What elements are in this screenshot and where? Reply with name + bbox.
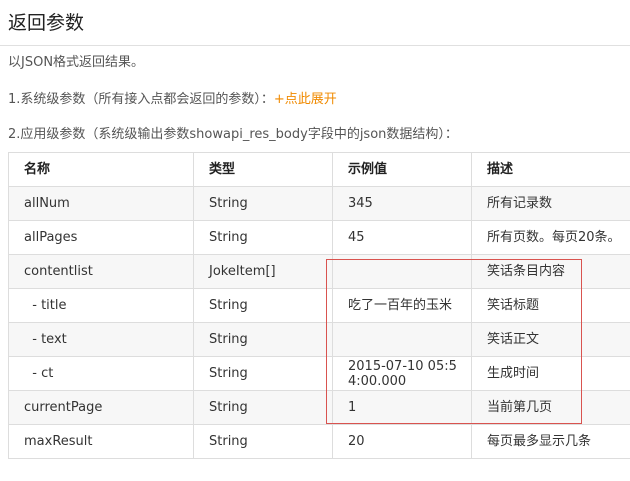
system-params-label: 1.系统级参数（所有接入点都会返回的参数）：: [8, 92, 274, 107]
table-row: allPages String 45 所有页数。每页20条。: [8, 220, 630, 255]
cell-desc: 笑话标题: [471, 288, 630, 323]
cell-type: String: [193, 424, 333, 459]
cell-type: String: [193, 322, 333, 357]
cell-example: [332, 322, 472, 357]
table-row: contentlist JokeItem[] 笑话条目内容: [8, 254, 630, 289]
cell-desc: 笑话正文: [471, 322, 630, 357]
cell-desc: 生成时间: [471, 356, 630, 391]
cell-desc: 所有记录数: [471, 186, 630, 221]
header-desc: 描述: [471, 152, 630, 187]
system-params-section: 1.系统级参数（所有接入点都会返回的参数）：+点此展开: [8, 91, 337, 109]
cell-example: [332, 254, 472, 289]
cell-name: currentPage: [8, 390, 194, 425]
table-row: allNum String 345 所有记录数: [8, 186, 630, 221]
cell-type: String: [193, 288, 333, 323]
cell-example: 345: [332, 186, 472, 221]
page-title: 返回参数: [8, 12, 85, 34]
cell-name: - title: [8, 288, 194, 323]
cell-type: String: [193, 356, 333, 391]
cell-desc: 当前第几页: [471, 390, 630, 425]
cell-desc: 笑话条目内容: [471, 254, 630, 289]
title-divider: [0, 45, 630, 46]
header-example: 示例值: [332, 152, 472, 187]
header-name: 名称: [8, 152, 194, 187]
cell-name: - ct: [8, 356, 194, 391]
header-type: 类型: [193, 152, 333, 187]
cell-example: 吃了一百年的玉米: [332, 288, 472, 323]
table-header-row: 名称 类型 示例值 描述: [8, 152, 630, 187]
cell-name: contentlist: [8, 254, 194, 289]
cell-name: allPages: [8, 220, 194, 255]
table-row: maxResult String 20 每页最多显示几条: [8, 424, 630, 459]
cell-name: allNum: [8, 186, 194, 221]
table-row: currentPage String 1 当前第几页: [8, 390, 630, 425]
expand-link[interactable]: +点此展开: [274, 92, 337, 107]
cell-desc: 所有页数。每页20条。: [471, 220, 630, 255]
cell-example: 2015-07-10 05:54:00.000: [332, 356, 472, 391]
params-table: 名称 类型 示例值 描述 allNum String 345 所有记录数 all…: [8, 152, 630, 459]
cell-example: 45: [332, 220, 472, 255]
cell-example: 20: [332, 424, 472, 459]
cell-type: String: [193, 186, 333, 221]
response-format-description: 以JSON格式返回结果。: [8, 55, 145, 70]
app-params-label: 2.应用级参数（系统级输出参数showapi_res_body字段中的json数…: [8, 127, 458, 142]
cell-type: String: [193, 220, 333, 255]
params-table-container: 名称 类型 示例值 描述 allNum String 345 所有记录数 all…: [8, 152, 630, 459]
cell-name: maxResult: [8, 424, 194, 459]
cell-name: - text: [8, 322, 194, 357]
cell-type: String: [193, 390, 333, 425]
cell-desc: 每页最多显示几条: [471, 424, 630, 459]
cell-example: 1: [332, 390, 472, 425]
cell-type: JokeItem[]: [193, 254, 333, 289]
table-row: - text String 笑话正文: [8, 322, 630, 357]
table-row: - ct String 2015-07-10 05:54:00.000 生成时间: [8, 356, 630, 391]
table-row: - title String 吃了一百年的玉米 笑话标题: [8, 288, 630, 323]
